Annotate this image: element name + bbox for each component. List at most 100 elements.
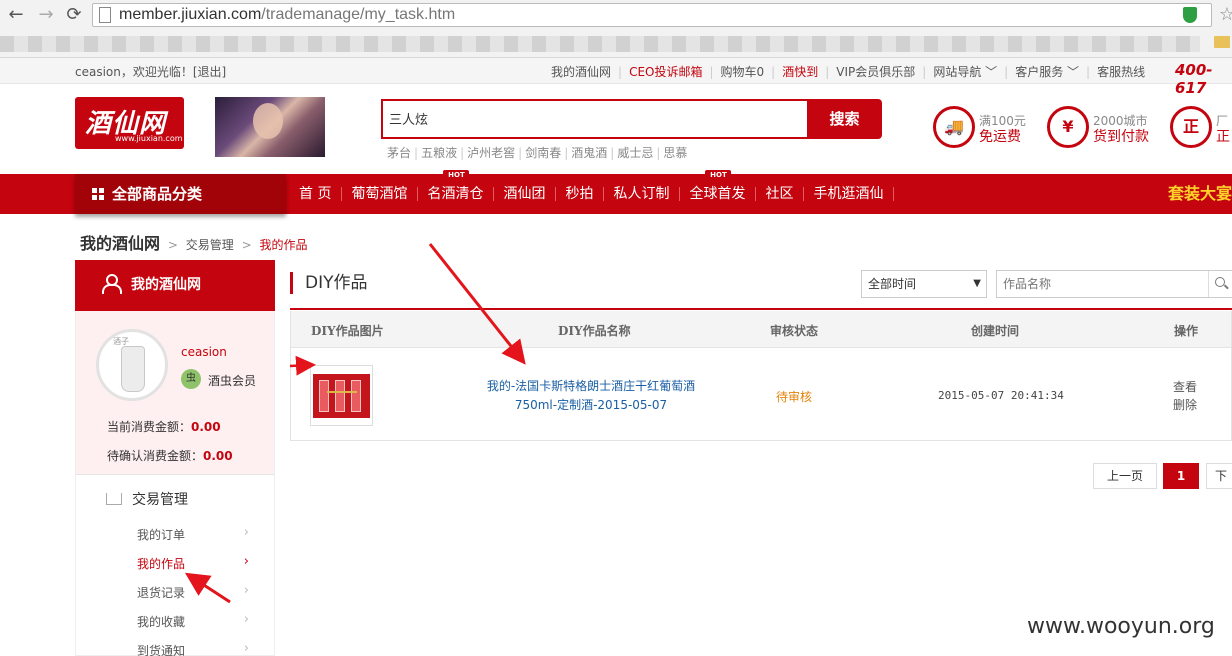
nav-item[interactable]: 全球首发 HOT <box>679 170 757 214</box>
nav-promo-text[interactable]: 套装大宴 <box>1168 174 1232 214</box>
prev-page-button[interactable]: 上一页 <box>1093 463 1157 489</box>
divider: | <box>460 146 465 160</box>
divider: | <box>618 65 623 79</box>
page-1-button[interactable]: 1 <box>1163 463 1199 489</box>
top-link[interactable]: 酒快到 <box>782 65 818 79</box>
top-link[interactable]: 我的酒仙网 <box>551 65 611 79</box>
nav-item[interactable]: 首 页 <box>299 174 343 214</box>
content-header: DIY作品 全部时间 ▼ <box>290 268 1232 310</box>
nav-item[interactable]: 酒仙团 <box>493 174 557 214</box>
table-header: DIY作品图片 DIY作品名称 审核状态 创建时间 操作 <box>291 311 1231 348</box>
current-spend: 当前消费金额：0.00 <box>107 420 221 434</box>
sidebar-menu-item[interactable]: 我的作品 › <box>137 554 249 572</box>
site-logo[interactable]: 酒仙网 www.jiuxian.com <box>75 97 184 149</box>
next-page-button[interactable]: 下 <box>1206 463 1232 489</box>
promo-line2: 免运费 <box>979 129 1021 145</box>
back-arrow-icon[interactable]: ← <box>6 5 26 25</box>
divider: | <box>825 65 830 79</box>
review-status: 待审核 <box>776 390 813 404</box>
cash-icon: ¥ <box>1047 106 1089 148</box>
chevron-right-icon: › <box>243 612 249 627</box>
view-link[interactable]: 查看 <box>1173 378 1197 395</box>
nav-item-label: 葡萄酒馆 <box>351 186 408 202</box>
nav-item[interactable]: 手机逛酒仙 <box>803 174 895 214</box>
search-icon[interactable] <box>1208 271 1232 297</box>
reload-icon[interactable]: ⟳ <box>64 5 84 25</box>
divider: | <box>922 65 927 79</box>
folder-icon[interactable] <box>1214 36 1230 48</box>
hot-keyword-link[interactable]: 思慕 <box>663 146 687 160</box>
menu-section-title: 交易管理 <box>106 489 188 509</box>
nav-item-label: 全球首发 <box>689 186 746 202</box>
avatar[interactable]: 酒子 <box>96 329 168 401</box>
top-link[interactable]: 网站导航 ﹀ <box>933 65 997 79</box>
hot-keyword-link[interactable]: 茅台 <box>387 146 411 160</box>
shield-icon[interactable] <box>1183 7 1197 23</box>
forward-arrow-icon[interactable]: → <box>36 5 56 25</box>
divider <box>893 187 895 201</box>
delete-link[interactable]: 删除 <box>1173 396 1197 413</box>
work-name-link[interactable]: 我的-法国卡斯特格朗士酒庄干红葡萄酒750ml-定制酒-2015-05-07 <box>481 377 701 415</box>
search-button[interactable]: 搜索 <box>807 99 882 139</box>
chevron-right-icon: > <box>241 238 252 252</box>
address-bar[interactable]: member.jiuxian.com/trademanage/my_task.h… <box>92 3 1232 27</box>
greeting-text: ceasion，欢迎光临！[退出] <box>75 65 227 79</box>
page-title: DIY作品 <box>290 272 368 294</box>
column-header: DIY作品名称 <box>558 324 631 338</box>
hot-keywords: 茅台 | 五粮液 | 泸州老窖 | 剑南春 | 酒鬼酒 | 威士忌 | 思慕 <box>387 144 687 161</box>
username: ceasion <box>181 345 227 359</box>
user-icon <box>101 274 122 294</box>
sidebar-menu-item[interactable]: 我的收藏 › <box>137 612 249 630</box>
work-thumbnail[interactable] <box>310 365 373 426</box>
top-link[interactable]: CEO投诉邮箱 <box>629 65 702 79</box>
dropdown-arrow-icon: ▼ <box>973 278 981 289</box>
nav-item-label: 社区 <box>765 186 794 202</box>
column-header: 创建时间 <box>971 324 1020 338</box>
sidebar-menu-item[interactable]: 退货记录 › <box>137 583 249 601</box>
browser-chrome: ← → ⟳ member.jiuxian.com/trademanage/my_… <box>0 0 1232 58</box>
menu-item-label: 我的订单 <box>137 528 186 542</box>
table-row: 我的-法国卡斯特格朗士酒庄干红葡萄酒750ml-定制酒-2015-05-07 待… <box>291 349 1231 440</box>
divider: | <box>1004 65 1009 79</box>
nav-item-label: 首 页 <box>299 186 332 202</box>
nav-item-label: 私人订制 <box>613 186 670 202</box>
work-name-input[interactable] <box>996 270 1232 298</box>
chevron-right-icon: › <box>243 641 249 656</box>
grid-icon <box>92 188 104 200</box>
nav-item[interactable]: 名酒清仓 HOT <box>417 170 495 214</box>
watermark: www.wooyun.org <box>1027 614 1215 639</box>
search-box <box>381 99 809 139</box>
divider: | <box>564 146 569 160</box>
top-link[interactable]: 客服热线 <box>1097 65 1145 79</box>
sidebar-heading[interactable]: 我的酒仙网 <box>75 260 275 311</box>
hot-keyword-link[interactable]: 五粮液 <box>421 146 457 160</box>
top-link[interactable]: 购物车0 <box>721 65 765 79</box>
nav-item[interactable]: 秒拍 <box>555 174 605 214</box>
top-link[interactable]: VIP会员俱乐部 <box>836 65 915 79</box>
header-banner-image[interactable] <box>215 97 325 157</box>
hot-badge: HOT <box>443 170 470 180</box>
hot-keyword-link[interactable]: 威士忌 <box>617 146 653 160</box>
nav-item[interactable]: 社区 <box>755 174 805 214</box>
nav-item[interactable]: 私人订制 <box>603 174 681 214</box>
breadcrumb: 我的酒仙网 > 交易管理 > 我的作品 <box>80 230 307 254</box>
user-profile-panel: 酒子 ceasion 虫 酒虫会员 当前消费金额：0.00 待确认消费金额：0.… <box>75 311 275 474</box>
nav-item[interactable]: 葡萄酒馆 <box>341 174 419 214</box>
hot-keyword-link[interactable]: 泸州老窖 <box>467 146 515 160</box>
sidebar-menu-item[interactable]: 到货通知 › <box>137 641 249 656</box>
hot-keyword-link[interactable]: 酒鬼酒 <box>571 146 607 160</box>
bookmark-star-icon[interactable]: ☆ <box>1219 4 1232 25</box>
time-filter-select[interactable]: 全部时间 ▼ <box>861 270 987 298</box>
all-categories-button[interactable]: 全部商品分类 <box>75 174 286 214</box>
top-link[interactable]: 客户服务 ﹀ <box>1015 65 1079 79</box>
search-input[interactable] <box>389 111 789 126</box>
sidebar-menu-item[interactable]: 我的订单 › <box>137 525 249 543</box>
hot-keyword-link[interactable]: 剑南春 <box>525 146 561 160</box>
member-level-icon: 虫 <box>181 369 201 389</box>
breadcrumb-root[interactable]: 我的酒仙网 <box>80 234 160 253</box>
top-links: 我的酒仙网 | CEO投诉邮箱 | 购物车0 | 酒快到 | VIP会员俱乐部 | 网站导航 ﹀ | 客… <box>551 63 1145 80</box>
promo-line2: 货到付款 <box>1093 129 1149 145</box>
menu-item-label: 退货记录 <box>137 586 186 600</box>
divider: | <box>610 146 615 160</box>
breadcrumb-level1[interactable]: 交易管理 <box>186 238 234 252</box>
